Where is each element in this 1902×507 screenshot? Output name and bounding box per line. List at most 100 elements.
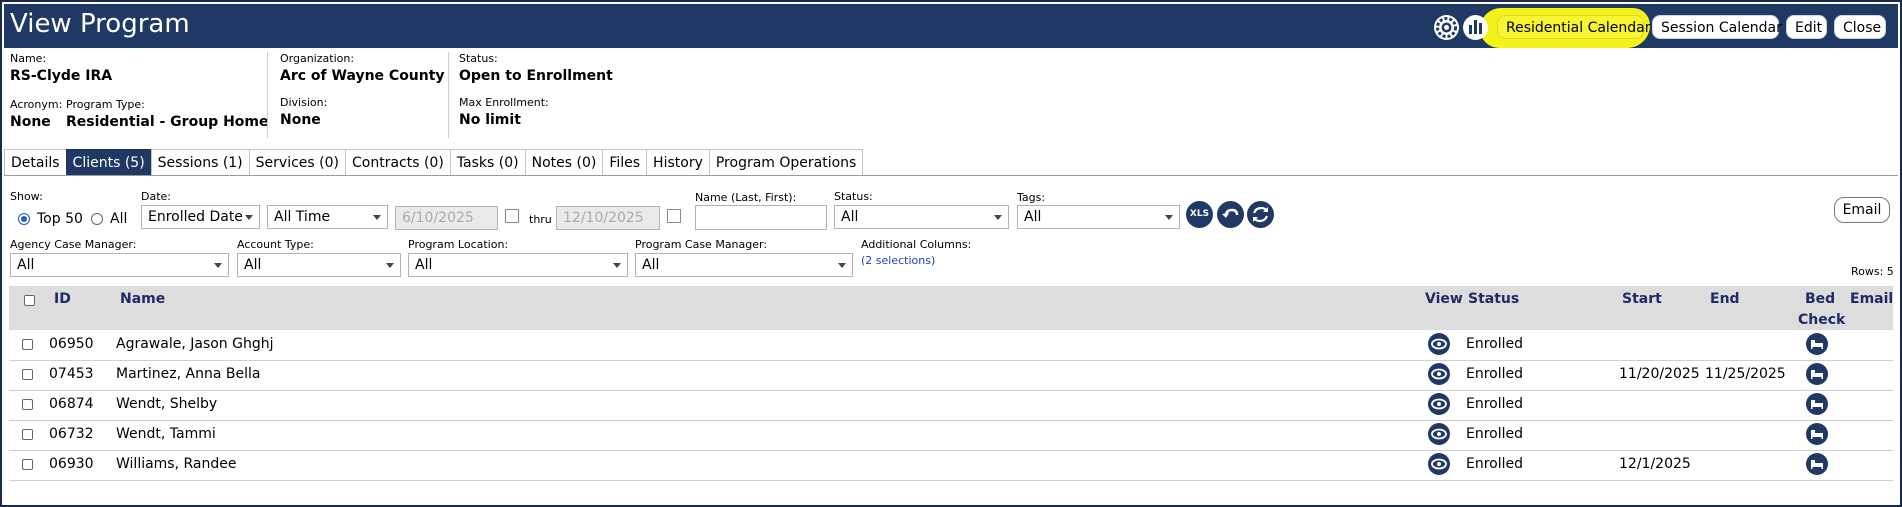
tab-details[interactable]: Details xyxy=(4,149,67,175)
division-label: Division: xyxy=(280,96,328,109)
row-name[interactable]: Martinez, Anna Bella xyxy=(116,366,260,382)
account-type-select[interactable]: All xyxy=(237,253,401,277)
tab-notes[interactable]: Notes (0) xyxy=(524,149,604,175)
email-button[interactable]: Email xyxy=(1834,197,1890,223)
col-status[interactable]: Status xyxy=(1468,291,1519,307)
radio-all[interactable] xyxy=(91,213,103,225)
calendar-icon[interactable] xyxy=(667,209,681,223)
row-checkbox[interactable] xyxy=(22,459,33,470)
chevron-down-icon xyxy=(373,215,381,220)
status-filter-value: All xyxy=(841,209,859,225)
bed-check-icon[interactable] xyxy=(1806,393,1828,415)
tab-contracts[interactable]: Contracts (0) xyxy=(344,149,451,175)
row-status: Enrolled xyxy=(1466,366,1524,382)
status-filter-select[interactable]: All xyxy=(834,205,1009,229)
radio-dot xyxy=(21,216,27,222)
max-enrollment-label: Max Enrollment: xyxy=(459,96,549,109)
chart-icon[interactable] xyxy=(1463,15,1488,40)
program-location-label: Program Location: xyxy=(408,238,509,251)
name-filter-label: Name (Last, First): xyxy=(695,191,797,204)
tab-tasks[interactable]: Tasks (0) xyxy=(449,149,526,175)
col-end[interactable]: End xyxy=(1710,291,1740,307)
agency-case-manager-select[interactable]: All xyxy=(10,253,229,277)
row-name[interactable]: Agrawale, Jason Ghghj xyxy=(116,336,274,352)
gear-icon[interactable] xyxy=(1434,15,1459,40)
radio-top50[interactable] xyxy=(18,213,30,225)
col-name[interactable]: Name xyxy=(120,291,165,307)
additional-columns-link[interactable]: (2 selections) xyxy=(861,254,935,267)
view-eye-icon[interactable] xyxy=(1428,333,1450,355)
row-id: 06930 xyxy=(49,456,94,472)
view-eye-icon[interactable] xyxy=(1428,423,1450,445)
row-name[interactable]: Williams, Randee xyxy=(116,456,237,472)
date-range-select[interactable]: All Time xyxy=(267,205,388,229)
xls-export-button[interactable]: XLS xyxy=(1186,201,1213,228)
row-status: Enrolled xyxy=(1466,426,1524,442)
program-type-label: Program Type: xyxy=(66,98,145,111)
view-eye-icon[interactable] xyxy=(1428,363,1450,385)
session-calendar-button[interactable]: Session Calendar xyxy=(1652,15,1782,39)
program-case-manager-value: All xyxy=(642,257,660,273)
tab-sessions[interactable]: Sessions (1) xyxy=(150,149,250,175)
bed-check-icon[interactable] xyxy=(1806,363,1828,385)
bed-check-icon[interactable] xyxy=(1806,423,1828,445)
row-checkbox[interactable] xyxy=(22,339,33,350)
divider xyxy=(267,52,268,138)
table-row[interactable]: 06874 Wendt, Shelby Enrolled xyxy=(9,390,1893,421)
row-name[interactable]: Wendt, Tammi xyxy=(116,426,216,442)
row-checkbox[interactable] xyxy=(22,429,33,440)
bed-check-icon[interactable] xyxy=(1806,453,1828,475)
row-checkbox[interactable] xyxy=(22,399,33,410)
table-row[interactable]: 06732 Wendt, Tammi Enrolled xyxy=(9,420,1893,451)
tab-program-operations[interactable]: Program Operations xyxy=(708,149,864,175)
tags-value: All xyxy=(1024,209,1042,225)
date-field-select[interactable]: Enrolled Date xyxy=(141,205,260,229)
name-filter-input[interactable] xyxy=(695,205,827,230)
close-button[interactable]: Close xyxy=(1834,15,1886,39)
view-eye-icon[interactable] xyxy=(1428,393,1450,415)
view-eye-icon[interactable] xyxy=(1428,453,1450,475)
row-status: Enrolled xyxy=(1466,456,1524,472)
bed-check-icon[interactable] xyxy=(1806,333,1828,355)
refresh-icon[interactable] xyxy=(1247,201,1274,228)
page-title: View Program xyxy=(10,9,190,39)
date-to-input[interactable]: 12/10/2025 xyxy=(556,206,660,230)
chevron-down-icon xyxy=(838,263,846,268)
tags-select[interactable]: All xyxy=(1017,205,1180,229)
max-enrollment-block: Max Enrollment: No limit xyxy=(459,96,549,128)
calendar-icon[interactable] xyxy=(505,209,519,223)
acronym-block: Acronym: None xyxy=(10,98,62,130)
acronym-label: Acronym: xyxy=(10,98,63,111)
tab-services[interactable]: Services (0) xyxy=(248,149,346,175)
row-name[interactable]: Wendt, Shelby xyxy=(116,396,217,412)
tab-clients[interactable]: Clients (5) xyxy=(65,149,152,175)
radio-all-label: All xyxy=(110,211,128,227)
show-label: Show: xyxy=(10,190,43,203)
program-location-select[interactable]: All xyxy=(408,253,628,277)
residential-calendar-button[interactable]: Residential Calendar xyxy=(1497,15,1651,39)
row-status: Enrolled xyxy=(1466,396,1524,412)
select-all-checkbox[interactable] xyxy=(24,295,35,306)
table-row[interactable]: 06930 Williams, Randee Enrolled 12/1/202… xyxy=(9,450,1893,481)
chevron-down-icon xyxy=(613,263,621,268)
chevron-down-icon xyxy=(386,263,394,268)
chevron-down-icon xyxy=(214,263,222,268)
date-from-input[interactable]: 6/10/2025 xyxy=(395,206,498,230)
date-label: Date: xyxy=(141,190,171,203)
col-bed-check-2: Check xyxy=(1798,312,1846,328)
program-name: RS-Clyde IRA xyxy=(10,68,113,84)
row-id: 06950 xyxy=(49,336,94,352)
col-id[interactable]: ID xyxy=(54,291,71,307)
row-checkbox[interactable] xyxy=(22,369,33,380)
divider xyxy=(448,52,449,138)
program-case-manager-select[interactable]: All xyxy=(635,253,853,277)
tab-history[interactable]: History xyxy=(646,149,710,175)
col-email[interactable]: Email xyxy=(1850,291,1893,307)
edit-button[interactable]: Edit xyxy=(1786,15,1827,39)
reset-icon[interactable] xyxy=(1217,201,1244,228)
table-row[interactable]: 07453 Martinez, Anna Bella Enrolled 11/2… xyxy=(9,360,1893,391)
table-row[interactable]: 06950 Agrawale, Jason Ghghj Enrolled xyxy=(9,330,1893,361)
col-start[interactable]: Start xyxy=(1622,291,1662,307)
tab-files[interactable]: Files xyxy=(602,149,648,175)
program-location-value: All xyxy=(415,257,433,273)
